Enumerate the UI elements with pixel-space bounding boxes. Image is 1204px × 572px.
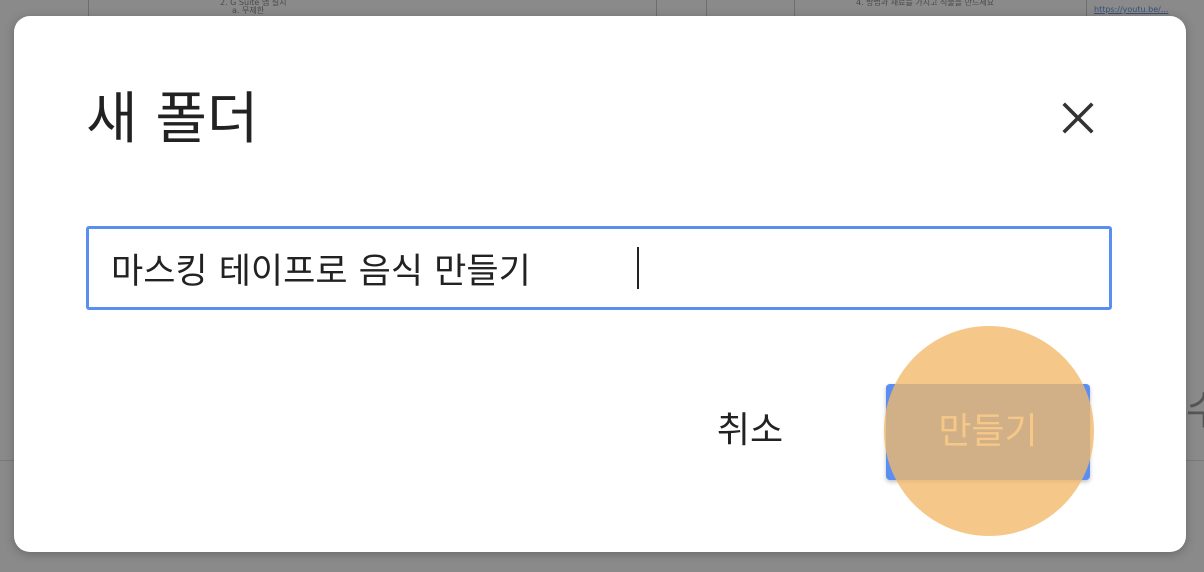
text-caret	[637, 247, 639, 289]
background-text: a. 무제한	[232, 6, 265, 15]
close-icon	[1062, 102, 1094, 134]
create-button[interactable]	[886, 384, 1090, 480]
new-folder-dialog: 새 폴더 취소 만들기	[14, 16, 1186, 552]
folder-name-input[interactable]	[89, 229, 1109, 307]
dialog-title: 새 폴더	[86, 87, 259, 152]
folder-name-field[interactable]	[86, 226, 1112, 310]
background-link: https://youtu.be/...	[1094, 5, 1169, 14]
close-button[interactable]	[1058, 98, 1098, 138]
background-text: 4. 방법과 재료를 가지고 식물을 만드세요	[856, 0, 995, 7]
cancel-button[interactable]: 취소	[690, 400, 810, 462]
background-text: 수	[1186, 378, 1204, 436]
